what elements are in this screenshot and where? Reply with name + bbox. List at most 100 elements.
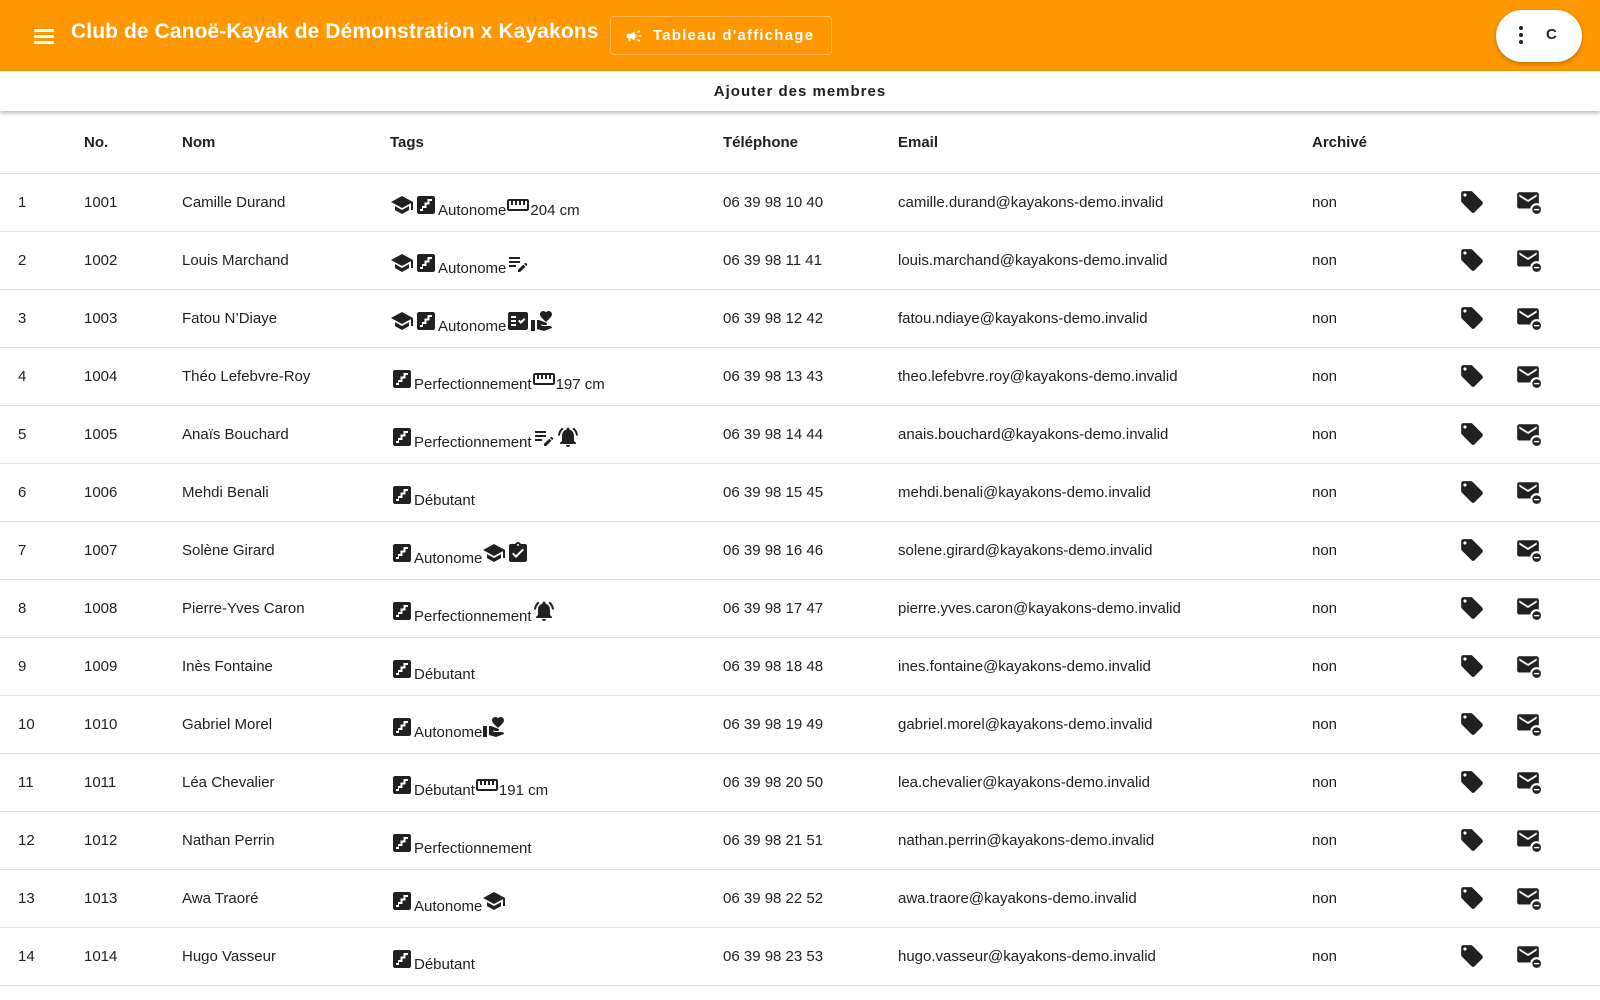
table-row[interactable]: 9 1009 Inès Fontaine Débutant 06 39 98 18 48…	[0, 637, 1600, 696]
member-name: Anaïs Bouchard	[182, 405, 390, 464]
tag-label: Autonome	[438, 318, 507, 335]
tag-label: Débutant	[414, 782, 475, 799]
mail-icon[interactable]	[1515, 711, 1541, 737]
member-phone: 06 39 98 21 51	[723, 811, 898, 870]
tag-icon[interactable]	[1459, 189, 1485, 215]
tag-label: Autonome	[438, 260, 507, 277]
column-header-mail-action	[1515, 113, 1600, 174]
menu-icon[interactable]	[30, 22, 58, 50]
tag-icon[interactable]	[1459, 247, 1485, 273]
tag-list: Autonome	[390, 535, 723, 567]
table-row[interactable]: 1 1001 Camille Durand Autonome 204 cm 06 39 9…	[0, 173, 1600, 232]
member-email: pierre.yves.caron@kayakons-demo.invalid	[898, 579, 1312, 638]
table-row[interactable]: 6 1006 Mehdi Benali Débutant 06 39 98 15 45 m…	[0, 463, 1600, 522]
member-archived: non	[1312, 579, 1459, 638]
member-email: awa.traore@kayakons-demo.invalid	[898, 869, 1312, 928]
member-name: Hugo Vasseur	[182, 927, 390, 986]
tag-icon[interactable]	[1459, 537, 1485, 563]
mail-icon[interactable]	[1515, 827, 1541, 853]
mail-icon[interactable]	[1515, 653, 1541, 679]
bulletin-board-button[interactable]: Tableau d'affichage	[610, 16, 832, 55]
tag-icon[interactable]	[1459, 363, 1485, 389]
volunteer-icon	[483, 717, 505, 737]
table-row[interactable]: 4 1004 Théo Lefebvre-Roy Perfectionnement 19…	[0, 347, 1600, 406]
tag-list: Perfectionnement	[390, 419, 723, 451]
edit-tags-cell	[1459, 927, 1515, 986]
row-index: 9	[0, 637, 84, 696]
mail-icon[interactable]	[1515, 247, 1541, 273]
member-name: Léa Chevalier	[182, 753, 390, 812]
tag-icon[interactable]	[1459, 653, 1485, 679]
table-row[interactable]: 14 1014 Hugo Vasseur Débutant 06 39 98 23 53…	[0, 927, 1600, 986]
member-archived: non	[1312, 289, 1459, 348]
app-title: Club de Canoë-Kayak de Démonstration x K…	[71, 20, 599, 43]
mail-action-cell	[1515, 173, 1600, 232]
table-row[interactable]: 12 1012 Nathan Perrin Perfectionnement 06 39…	[0, 811, 1600, 870]
ruler-icon	[532, 373, 555, 385]
tag-icon[interactable]	[1459, 479, 1485, 505]
table-row[interactable]: 10 1010 Gabriel Morel Autonome 06 39 98 19 4…	[0, 695, 1600, 754]
mail-icon[interactable]	[1515, 537, 1541, 563]
table-row[interactable]: 2 1002 Louis Marchand Autonome 06 39 98 11 4…	[0, 231, 1600, 290]
column-header-archived[interactable]: Archivé	[1312, 113, 1459, 174]
mail-action-cell	[1515, 753, 1600, 812]
user-menu-button[interactable]: C	[1496, 10, 1582, 62]
column-header-phone[interactable]: Téléphone	[723, 113, 898, 174]
member-tags: Débutant	[390, 927, 723, 986]
mail-icon[interactable]	[1515, 363, 1541, 389]
table-row[interactable]: 3 1003 Fatou N’Diaye Autonome 06 39 98 12 42…	[0, 289, 1600, 348]
tag-label: Perfectionnement	[414, 840, 532, 857]
member-email: hugo.vasseur@kayakons-demo.invalid	[898, 927, 1312, 986]
edit-tags-cell	[1459, 463, 1515, 522]
table-row[interactable]: 8 1008 Pierre-Yves Caron Perfectionnement 06…	[0, 579, 1600, 638]
mail-icon[interactable]	[1515, 885, 1541, 911]
school-icon	[483, 544, 506, 562]
mail-icon[interactable]	[1515, 595, 1541, 621]
row-index: 13	[0, 869, 84, 928]
member-phone: 06 39 98 16 46	[723, 521, 898, 580]
mail-icon[interactable]	[1515, 305, 1541, 331]
table-row[interactable]: 5 1005 Anaïs Bouchard Perfectionnement 06 39…	[0, 405, 1600, 464]
tag-icon[interactable]	[1459, 827, 1485, 853]
tag-icon[interactable]	[1459, 769, 1485, 795]
mail-action-cell	[1515, 637, 1600, 696]
tag-icon[interactable]	[1459, 421, 1485, 447]
table-row[interactable]: 11 1011 Léa Chevalier Débutant 191 cm 06 39 9…	[0, 753, 1600, 812]
mail-icon[interactable]	[1515, 943, 1541, 969]
mail-icon[interactable]	[1515, 769, 1541, 795]
member-phone: 06 39 98 19 49	[723, 695, 898, 754]
member-phone: 06 39 98 15 45	[723, 463, 898, 522]
column-header-tags[interactable]: Tags	[390, 113, 723, 174]
mail-icon[interactable]	[1515, 421, 1541, 447]
stairs-icon	[393, 544, 411, 562]
tag-icon[interactable]	[1459, 885, 1485, 911]
member-phone: 06 39 98 18 48	[723, 637, 898, 696]
edit-tags-cell	[1459, 695, 1515, 754]
row-index: 14	[0, 927, 84, 986]
mail-icon[interactable]	[1515, 479, 1541, 505]
table-row[interactable]: 7 1007 Solène Girard Autonome 06 39 98 16 46…	[0, 521, 1600, 580]
member-email: louis.marchand@kayakons-demo.invalid	[898, 231, 1312, 290]
tag-label: Autonome	[414, 550, 483, 567]
member-email: gabriel.morel@kayakons-demo.invalid	[898, 695, 1312, 754]
column-header-name[interactable]: Nom	[182, 113, 390, 174]
member-tags: Autonome 204 cm	[390, 173, 723, 232]
mail-icon[interactable]	[1515, 189, 1541, 215]
mail-action-cell	[1515, 579, 1600, 638]
column-header-number[interactable]: No.	[84, 113, 182, 174]
add-members-button[interactable]: Ajouter des membres	[0, 71, 1600, 111]
member-archived: non	[1312, 231, 1459, 290]
row-index: 10	[0, 695, 84, 754]
school-icon	[483, 892, 506, 910]
member-phone: 06 39 98 22 52	[723, 869, 898, 928]
tag-icon[interactable]	[1459, 595, 1485, 621]
member-number: 1011	[84, 753, 182, 812]
tag-icon[interactable]	[1459, 305, 1485, 331]
tag-icon[interactable]	[1459, 943, 1485, 969]
column-header-email[interactable]: Email	[898, 113, 1312, 174]
tag-list: Autonome	[390, 245, 723, 277]
tag-icon[interactable]	[1459, 711, 1485, 737]
table-row[interactable]: 13 1013 Awa Traoré Autonome 06 39 98 22 52 aw…	[0, 869, 1600, 928]
tag-list: Autonome	[390, 883, 723, 915]
member-name: Théo Lefebvre-Roy	[182, 347, 390, 406]
